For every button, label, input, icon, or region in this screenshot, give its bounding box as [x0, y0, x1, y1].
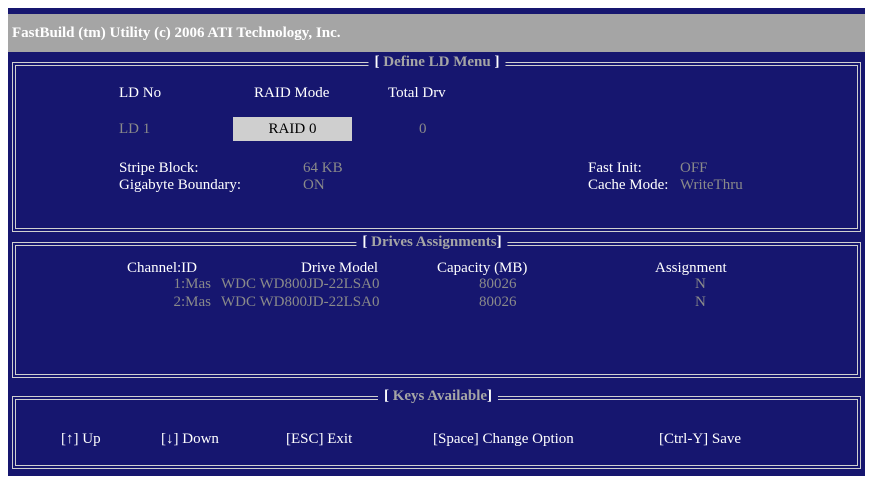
define-ld-panel-title: [ Define LD Menu ] — [368, 54, 506, 70]
row-assignment[interactable]: N — [695, 275, 706, 293]
keys-panel-title: [ Keys Available] — [377, 388, 499, 404]
drives-panel-title: [ Drives Assignments] — [356, 234, 508, 250]
gigabyte-boundary-value[interactable]: ON — [303, 176, 325, 194]
row-drive-model: WDC WD800JD-22LSA0 — [221, 276, 380, 292]
gigabyte-boundary-label: Gigabyte Boundary: — [119, 177, 242, 193]
row-channel: 1:Mas — [173, 276, 212, 292]
stripe-block-value[interactable]: 64 KB — [303, 159, 343, 177]
ld-no-header: LD No — [119, 85, 162, 101]
window-title: FastBuild (tm) Utility (c) 2006 ATI Tech… — [8, 14, 865, 52]
raid-mode-select[interactable]: RAID 0 — [233, 117, 352, 141]
row-drive-model: WDC WD800JD-22LSA0 — [221, 294, 380, 310]
key-esc-exit: [ESC] Exit — [286, 431, 353, 447]
ld-no-value: LD 1 — [119, 121, 151, 137]
row-assignment[interactable]: N — [695, 293, 706, 311]
cache-mode-label: Cache Mode: — [588, 177, 669, 193]
assignment-header: Assignment — [655, 260, 727, 276]
bios-screen: FastBuild (tm) Utility (c) 2006 ATI Tech… — [8, 8, 865, 476]
fast-init-value[interactable]: OFF — [680, 159, 708, 177]
row-capacity: 80026 — [479, 276, 517, 292]
stripe-block-label: Stripe Block: — [119, 160, 199, 176]
total-drv-header: Total Drv — [388, 85, 446, 101]
define-ld-panel: [ Define LD Menu ] LD No RAID Mode Total… — [12, 54, 861, 232]
cache-mode-value[interactable]: WriteThru — [680, 176, 743, 194]
key-up: [↑] Up — [61, 431, 101, 447]
key-down: [↓] Down — [161, 431, 219, 447]
row-capacity: 80026 — [479, 294, 517, 310]
key-ctrl-y-save: [Ctrl-Y] Save — [659, 431, 742, 447]
drives-assignments-panel: [ Drives Assignments] Channel:ID Drive M… — [12, 234, 861, 378]
row-channel: 2:Mas — [173, 294, 212, 310]
key-space-change-option: [Space] Change Option — [433, 431, 574, 447]
raid-mode-header: RAID Mode — [254, 85, 330, 101]
total-drv-value: 0 — [419, 121, 427, 137]
fast-init-label: Fast Init: — [588, 160, 642, 176]
keys-available-panel: [ Keys Available] [↑] Up [↓] Down [ESC] … — [12, 388, 861, 469]
